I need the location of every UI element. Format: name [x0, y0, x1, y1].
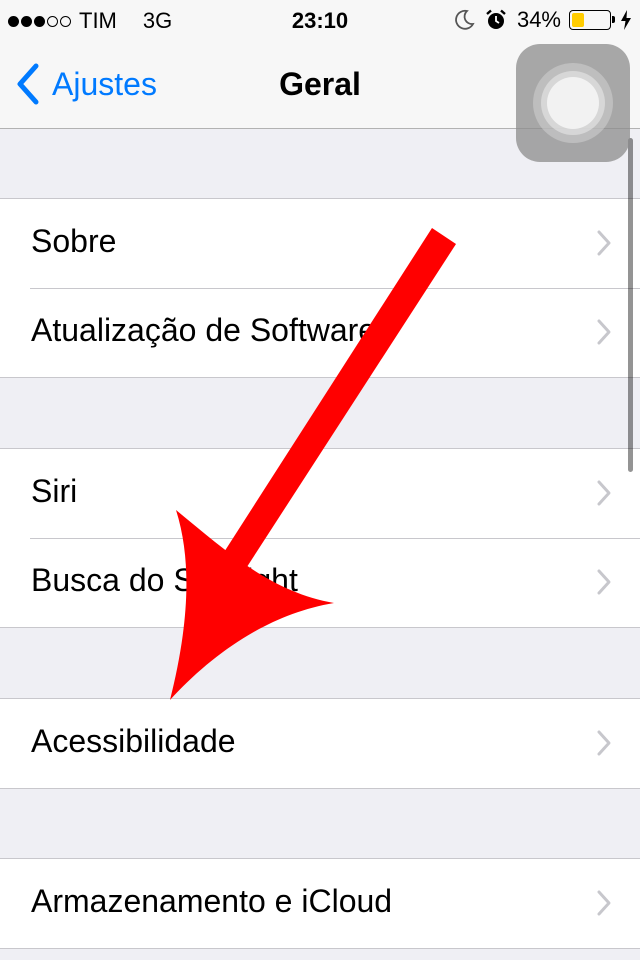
list-item-label: Atualização de Software [31, 312, 377, 348]
assistive-touch-icon [547, 77, 599, 129]
settings-group-about: Sobre Atualização de Software [0, 198, 640, 378]
list-item-spotlight[interactable]: Busca do Spotlight [0, 538, 640, 627]
status-right: 34% [453, 7, 632, 33]
chevron-right-icon [597, 890, 611, 916]
settings-group-storage: Armazenamento e iCloud [0, 858, 640, 949]
assistive-touch-button[interactable] [516, 44, 630, 162]
list-item-label: Siri [31, 473, 78, 509]
scroll-indicator[interactable] [628, 138, 633, 472]
moon-icon [455, 9, 475, 30]
list-item-software-update[interactable]: Atualização de Software [0, 288, 640, 377]
status-bar: TIM 3G 23:10 34% [0, 0, 640, 40]
chevron-right-icon [597, 480, 611, 506]
settings-group-accessibility: Acessibilidade [0, 698, 640, 789]
list-item-sobre[interactable]: Sobre [0, 199, 640, 288]
chevron-right-icon [597, 230, 611, 256]
list-item-label: Busca do Spotlight [31, 562, 298, 598]
battery-icon [569, 10, 615, 30]
list-item-label: Acessibilidade [31, 723, 236, 759]
chevron-right-icon [597, 730, 611, 756]
alarm-icon [486, 9, 506, 29]
list-item-label: Sobre [31, 223, 117, 259]
list-item-label: Armazenamento e iCloud [31, 883, 393, 919]
list-item-storage-icloud[interactable]: Armazenamento e iCloud [0, 859, 640, 948]
list-item-accessibility[interactable]: Acessibilidade [0, 699, 640, 788]
settings-group-siri: Siri Busca do Spotlight [0, 448, 640, 628]
chevron-right-icon [597, 319, 611, 345]
battery-fill [572, 13, 584, 27]
charging-bolt-icon [621, 10, 631, 30]
list-item-siri[interactable]: Siri [0, 449, 640, 538]
battery-percent: 34% [516, 7, 561, 32]
chevron-right-icon [597, 569, 611, 595]
